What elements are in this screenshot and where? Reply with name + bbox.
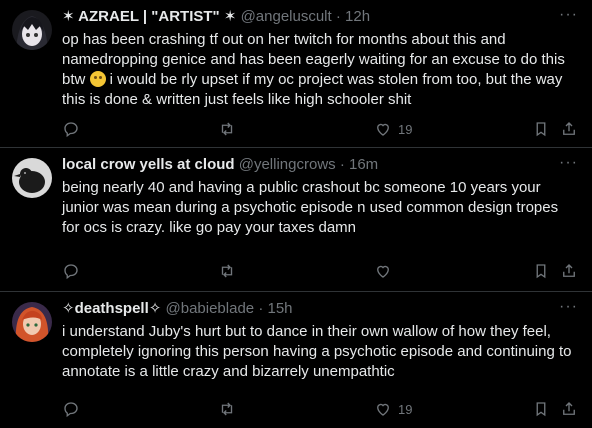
- repost-icon: [221, 264, 233, 278]
- tweet-text-part: being nearly 40 and having a public cras…: [62, 179, 559, 236]
- bookmark-button[interactable]: [532, 399, 550, 419]
- slightly-smiling-face-icon: [89, 71, 106, 87]
- like-button[interactable]: [374, 261, 398, 281]
- reply-tweet[interactable]: local crow yells at cloud @yellingcrows …: [0, 148, 592, 292]
- tweet-text: op has been crashing tf out on her twitc…: [62, 30, 578, 110]
- repost-button[interactable]: [218, 119, 236, 139]
- reply-tweet[interactable]: ✧deathspell✧ @babieblade · 15h ··· i und…: [0, 292, 592, 428]
- reply-feed: ✶ AZRAEL | "ARTIST" ✶ @angeluscult · 12h…: [0, 0, 592, 428]
- like-count: 19: [398, 401, 413, 417]
- user-handle[interactable]: @babieblade: [166, 300, 255, 317]
- separator-dot: ·: [335, 8, 341, 25]
- tweet-text-part: i understand Juby's hurt but to dance in…: [62, 323, 572, 380]
- heart-icon: [377, 265, 389, 278]
- share-button[interactable]: [560, 119, 578, 139]
- action-bar: 19: [62, 119, 584, 139]
- tweet-header: ✶ AZRAEL | "ARTIST" ✶ @angeluscult · 12h: [62, 7, 552, 27]
- reply-icon: [64, 264, 78, 280]
- reply-button[interactable]: [62, 261, 80, 281]
- timestamp[interactable]: 12h: [345, 8, 370, 25]
- like-button[interactable]: 19: [374, 399, 412, 419]
- more-options-icon[interactable]: ···: [559, 154, 578, 172]
- repost-icon: [221, 402, 233, 416]
- repost-button[interactable]: [218, 399, 236, 419]
- bookmark-button[interactable]: [532, 119, 550, 139]
- reply-icon: [64, 122, 78, 138]
- repost-button[interactable]: [218, 261, 236, 281]
- repost-icon: [221, 122, 233, 136]
- heart-icon: [377, 403, 389, 416]
- action-bar: [62, 261, 584, 281]
- avatar[interactable]: [12, 302, 52, 342]
- tweet-header: ✧deathspell✧ @babieblade · 15h: [62, 299, 552, 319]
- tweet-text: being nearly 40 and having a public cras…: [62, 178, 578, 238]
- separator-dot: ·: [258, 300, 264, 317]
- timestamp[interactable]: 15h: [267, 300, 292, 317]
- action-bar: 19: [62, 399, 584, 419]
- reply-button[interactable]: [62, 399, 80, 419]
- like-button[interactable]: 19: [374, 119, 412, 139]
- bookmark-button[interactable]: [532, 261, 550, 281]
- bookmark-icon: [536, 122, 546, 137]
- share-button[interactable]: [560, 399, 578, 419]
- user-handle[interactable]: @yellingcrows: [239, 156, 336, 173]
- reply-icon: [64, 402, 78, 418]
- timestamp[interactable]: 16m: [349, 156, 378, 173]
- share-icon: [563, 122, 575, 135]
- reply-tweet[interactable]: ✶ AZRAEL | "ARTIST" ✶ @angeluscult · 12h…: [0, 0, 592, 148]
- tweet-text: i understand Juby's hurt but to dance in…: [62, 322, 578, 382]
- share-button[interactable]: [560, 261, 578, 281]
- bookmark-icon: [536, 402, 546, 417]
- avatar[interactable]: [12, 10, 52, 50]
- share-icon: [563, 402, 575, 415]
- share-icon: [563, 264, 575, 277]
- display-name[interactable]: local crow yells at cloud: [62, 156, 235, 173]
- user-handle[interactable]: @angeluscult: [241, 8, 332, 25]
- tweet-text-part: i would be rly upset if my oc project wa…: [62, 71, 563, 108]
- heart-icon: [377, 123, 389, 136]
- tweet-header: local crow yells at cloud @yellingcrows …: [62, 155, 552, 175]
- more-options-icon[interactable]: ···: [559, 298, 578, 316]
- more-options-icon[interactable]: ···: [559, 6, 578, 24]
- display-name[interactable]: ✧deathspell✧: [62, 300, 161, 317]
- like-count: 19: [398, 121, 413, 137]
- separator-dot: ·: [339, 156, 345, 173]
- avatar[interactable]: [12, 158, 52, 198]
- display-name[interactable]: ✶ AZRAEL | "ARTIST" ✶: [62, 8, 236, 25]
- reply-button[interactable]: [62, 119, 80, 139]
- bookmark-icon: [536, 264, 546, 279]
